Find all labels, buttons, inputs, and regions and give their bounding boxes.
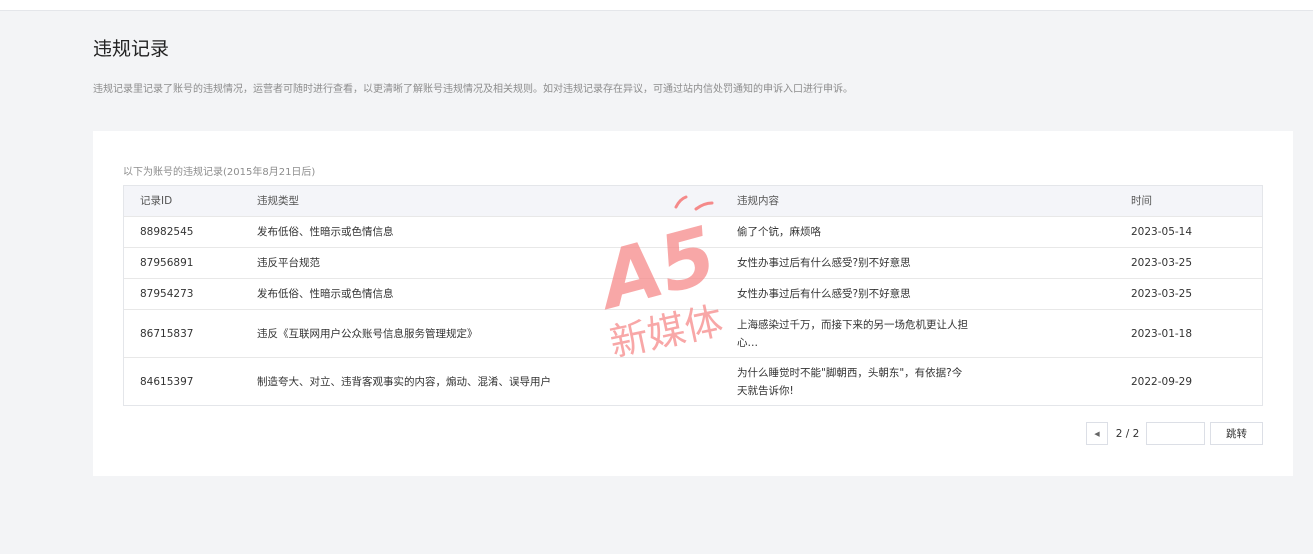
- record-time: 2023-01-18: [1131, 327, 1193, 340]
- record-id: 86715837: [140, 327, 194, 340]
- jump-button[interactable]: 跳转: [1210, 422, 1263, 445]
- caret-left-icon: ◀: [1094, 429, 1100, 438]
- top-bar: [0, 0, 1313, 11]
- violation-content: 女性办事过后有什么感受?别不好意思: [737, 257, 911, 269]
- table-caption: 以下为账号的违规记录(2015年8月21日后): [123, 167, 316, 178]
- record-time: 2022-09-29: [1131, 375, 1193, 388]
- violation-type: 违反平台规范: [257, 257, 320, 269]
- column-header-time: 时间: [1131, 195, 1152, 207]
- record-id: 87956891: [140, 257, 194, 269]
- column-header-content: 违规内容: [737, 195, 779, 207]
- prev-page-button[interactable]: ◀: [1086, 422, 1108, 445]
- record-time: 2023-03-25: [1131, 257, 1193, 269]
- violation-content: 为什么睡觉时不能"脚朝西，头朝东"，有依据?今天就告诉你!: [737, 366, 963, 397]
- violation-content: 女性办事过后有什么感受?别不好意思: [737, 288, 911, 300]
- record-id: 88982545: [140, 226, 194, 238]
- violation-type: 发布低俗、性暗示或色情信息: [257, 288, 394, 300]
- column-header-type: 违规类型: [257, 195, 299, 207]
- column-header-id: 记录ID: [140, 195, 173, 207]
- table-row: 84615397 制造夸大、对立、违背客观事实的内容，煽动、混淆、误导用户 为什…: [124, 357, 1262, 405]
- table-row: 88982545 发布低俗、性暗示或色情信息 偷了个钪，麻烦咯 2023-05-…: [124, 216, 1262, 247]
- table-header: 记录ID 违规类型 违规内容 时间: [124, 186, 1262, 216]
- record-time: 2023-03-25: [1131, 288, 1193, 300]
- records-table: 记录ID 违规类型 违规内容 时间 88982545 发布低俗、性暗示或色情信息…: [123, 185, 1263, 406]
- page-title: 违规记录: [93, 38, 170, 60]
- record-id: 84615397: [140, 375, 194, 388]
- violation-type: 制造夸大、对立、违背客观事实的内容，煽动、混淆、误导用户: [257, 375, 551, 388]
- table-row: 86715837 违反《互联网用户公众账号信息服务管理规定》 上海感染过千万，而…: [124, 309, 1262, 357]
- violation-content: 上海感染过千万，而接下来的另一场危机更让人担心…: [737, 318, 968, 349]
- table-row: 87954273 发布低俗、性暗示或色情信息 女性办事过后有什么感受?别不好意思…: [124, 278, 1262, 309]
- page-indicator: 2 / 2: [1115, 427, 1140, 440]
- records-card: 以下为账号的违规记录(2015年8月21日后) 记录ID 违规类型 违规内容 时…: [93, 131, 1293, 476]
- jump-page-input[interactable]: [1146, 422, 1205, 445]
- table-row: 87956891 违反平台规范 女性办事过后有什么感受?别不好意思 2023-0…: [124, 247, 1262, 278]
- record-time: 2023-05-14: [1131, 226, 1193, 238]
- page-description: 违规记录里记录了账号的违规情况，运营者可随时进行查看，以更清晰了解账号违规情况及…: [93, 84, 853, 95]
- violation-type: 发布低俗、性暗示或色情信息: [257, 226, 394, 238]
- violation-content: 偷了个钪，麻烦咯: [737, 226, 821, 238]
- record-id: 87954273: [140, 288, 194, 300]
- violation-type: 违反《互联网用户公众账号信息服务管理规定》: [257, 327, 478, 340]
